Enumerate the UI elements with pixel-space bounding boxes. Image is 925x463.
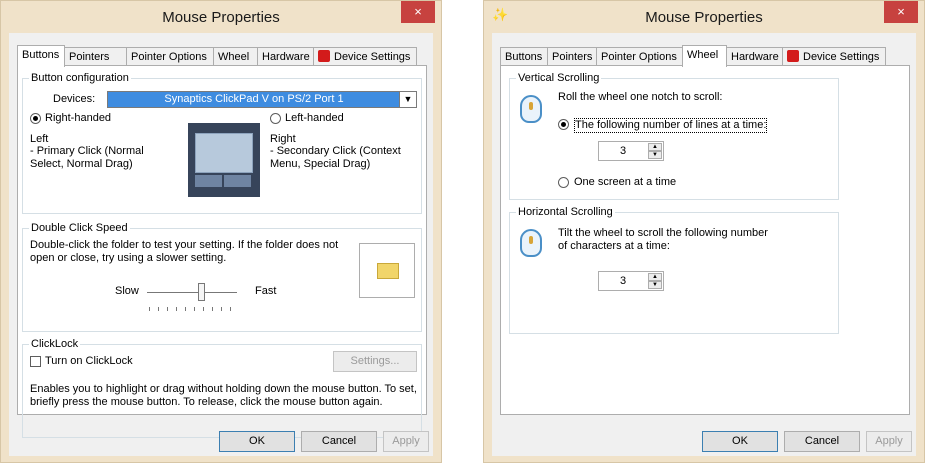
vertical-desc: Roll the wheel one notch to scroll:: [558, 91, 723, 103]
left-handed-label[interactable]: Left-handed: [285, 112, 344, 125]
slider-slow-label: Slow: [115, 285, 139, 297]
clicklock-desc: Enables you to highlight or drag without…: [30, 383, 417, 408]
characters-value[interactable]: 3: [599, 275, 647, 287]
lines-at-a-time-label[interactable]: The following number of lines at a time:: [574, 118, 768, 133]
group-label: Horizontal Scrolling: [516, 206, 615, 218]
right-desc: - Secondary Click (Context Menu, Special…: [270, 145, 401, 170]
tab-hardware[interactable]: Hardware: [726, 47, 783, 66]
close-button[interactable]: ×: [884, 1, 918, 23]
right-handed-radio[interactable]: [30, 113, 41, 124]
left-handed-radio[interactable]: [270, 113, 281, 124]
tab-device-settings[interactable]: Device Settings: [313, 47, 417, 66]
stepper-up-icon[interactable]: ▲: [648, 143, 662, 151]
ok-button[interactable]: OK: [219, 431, 295, 452]
stepper-down-icon[interactable]: ▼: [648, 281, 662, 289]
tab-device-settings-label: Device Settings: [803, 51, 880, 63]
mouse-properties-window-buttons: Mouse Properties × Buttons Pointers Poin…: [0, 0, 442, 463]
touchpad-image: [188, 123, 260, 197]
tab-pointers[interactable]: Pointers: [64, 47, 127, 66]
tab-pointers[interactable]: Pointers: [547, 47, 597, 66]
clicklock-settings-button[interactable]: Settings...: [333, 351, 417, 372]
characters-stepper[interactable]: 3 ▲ ▼: [598, 271, 664, 291]
group-button-configuration: Button configuration Devices: Synaptics …: [22, 72, 422, 214]
tab-panel-wheel: Vertical Scrolling Roll the wheel one no…: [500, 65, 910, 415]
dialog-client: Buttons Pointers Pointer Options Wheel H…: [492, 33, 916, 456]
group-vertical-scrolling: Vertical Scrolling Roll the wheel one no…: [509, 72, 839, 200]
group-double-click-speed: Double Click Speed Double-click the fold…: [22, 222, 422, 332]
touchpad-right-button: [224, 175, 251, 187]
folder-icon[interactable]: [377, 263, 399, 279]
tab-pointer-options[interactable]: Pointer Options: [596, 47, 683, 66]
tab-pointer-options[interactable]: Pointer Options: [126, 47, 214, 66]
mouse-properties-window-wheel: ✨ Mouse Properties × Buttons Pointers Po…: [483, 0, 925, 463]
group-horizontal-scrolling: Horizontal Scrolling Tilt the wheel to s…: [509, 206, 839, 334]
left-desc: - Primary Click (Normal Select, Normal D…: [30, 145, 144, 170]
lines-at-a-time-radio[interactable]: [558, 119, 569, 130]
devices-dropdown[interactable]: Synaptics ClickPad V on PS/2 Port 1 ▼: [107, 91, 417, 108]
one-screen-label[interactable]: One screen at a time: [574, 176, 676, 189]
cancel-button[interactable]: Cancel: [784, 431, 860, 452]
horizontal-desc: Tilt the wheel to scroll the following n…: [558, 227, 768, 252]
group-label: Button configuration: [29, 72, 131, 84]
stepper-down-icon[interactable]: ▼: [648, 151, 662, 159]
synaptics-icon: [318, 50, 330, 62]
title-bar[interactable]: ✨ Mouse Properties ×: [484, 1, 924, 33]
window-title: Mouse Properties: [162, 9, 280, 26]
ok-button[interactable]: OK: [702, 431, 778, 452]
lines-value[interactable]: 3: [599, 145, 647, 157]
mouse-wheel-icon: [520, 229, 542, 257]
tab-device-settings-label: Device Settings: [334, 51, 411, 63]
group-label: Double Click Speed: [29, 222, 130, 234]
clicklock-checkbox-label[interactable]: Turn on ClickLock: [45, 355, 133, 368]
speed-slider-track[interactable]: [147, 292, 237, 293]
tab-panel-buttons: Button configuration Devices: Synaptics …: [17, 65, 427, 438]
group-clicklock: ClickLock Turn on ClickLock Settings... …: [22, 338, 422, 438]
stepper-up-icon[interactable]: ▲: [648, 273, 662, 281]
one-screen-radio[interactable]: [558, 177, 569, 188]
test-folder-box[interactable]: [359, 243, 415, 298]
apply-button[interactable]: Apply: [866, 431, 912, 452]
lines-stepper[interactable]: 3 ▲ ▼: [598, 141, 664, 161]
touchpad-left-button: [195, 175, 222, 187]
tab-buttons[interactable]: Buttons: [17, 45, 65, 67]
touchpad-surface: [195, 133, 253, 173]
group-label: ClickLock: [29, 338, 81, 350]
tab-wheel[interactable]: Wheel: [213, 47, 258, 66]
slider-ticks: [149, 307, 239, 311]
speed-slider-thumb[interactable]: [198, 283, 205, 301]
tab-hardware[interactable]: Hardware: [257, 47, 314, 66]
tab-buttons[interactable]: Buttons: [500, 47, 548, 66]
tab-device-settings[interactable]: Device Settings: [782, 47, 886, 66]
clicklock-checkbox[interactable]: [30, 356, 41, 367]
mouse-wheel-icon: [520, 95, 542, 123]
window-title: Mouse Properties: [645, 9, 763, 26]
chevron-down-icon[interactable]: ▼: [399, 92, 416, 107]
dialog-client: Buttons Pointers Pointer Options Wheel H…: [9, 33, 433, 456]
synaptics-icon: [787, 50, 799, 62]
devices-label: Devices:: [53, 93, 96, 105]
devices-value: Synaptics ClickPad V on PS/2 Port 1: [164, 93, 344, 105]
slider-fast-label: Fast: [255, 285, 277, 297]
apply-button[interactable]: Apply: [383, 431, 429, 452]
tab-wheel[interactable]: Wheel: [682, 45, 727, 67]
right-handed-label[interactable]: Right-handed: [45, 112, 111, 125]
double-click-desc: Double-click the folder to test your set…: [30, 239, 339, 264]
title-bar[interactable]: Mouse Properties ×: [1, 1, 441, 33]
group-label: Vertical Scrolling: [516, 72, 602, 84]
close-button[interactable]: ×: [401, 1, 435, 23]
cancel-button[interactable]: Cancel: [301, 431, 377, 452]
